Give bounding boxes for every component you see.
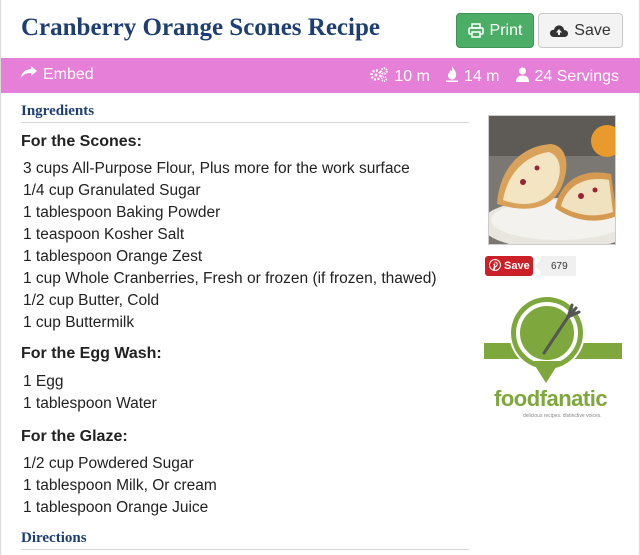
list-item: 1 tablespoon Orange Zest — [23, 248, 203, 265]
scones-ingredient-list: 3 cups All-Purpose Flour, Plus more for … — [23, 158, 437, 334]
pinterest-save-button[interactable]: Save — [485, 256, 533, 276]
pinterest-icon — [489, 258, 501, 274]
pinterest-save-widget: Save 679 — [485, 256, 576, 276]
recipe-photo[interactable] — [488, 115, 616, 245]
directions-heading: Directions — [21, 530, 87, 546]
list-item: 1 teaspoon Kosher Salt — [23, 226, 185, 243]
group-title-glaze: For the Glaze: — [21, 428, 128, 445]
share-icon — [21, 66, 37, 84]
print-button[interactable]: Print — [456, 13, 534, 48]
foodfanatic-wordmark: foodfanatic — [494, 386, 608, 411]
embed-label: Embed — [43, 66, 94, 83]
group-title-scones: For the Scones: — [21, 133, 142, 150]
recipe-card: Cranberry Orange Scones Recipe Print Sav… — [0, 0, 640, 555]
recipe-meta-bar: Embed 10 m 14 m 24 Servings — [1, 58, 640, 93]
list-item: 1 Egg — [23, 373, 64, 390]
pinterest-count: 679 — [535, 256, 576, 276]
list-item: 1 tablespoon Baking Powder — [23, 204, 221, 221]
list-item: 1 tablespoon Water — [23, 395, 157, 412]
ingredients-heading: Ingredients — [21, 103, 95, 119]
gears-icon — [370, 66, 389, 87]
list-item: 1/2 cup Butter, Cold — [23, 292, 160, 309]
user-icon — [515, 67, 529, 87]
cook-time: 14 m — [463, 67, 500, 85]
group-title-egg-wash: For the Egg Wash: — [21, 345, 162, 362]
recipe-header: Cranberry Orange Scones Recipe Print Sav… — [1, 0, 640, 58]
list-item: 1 cup Whole Cranberries, Fresh or frozen… — [23, 270, 437, 287]
list-item: 1 cup Buttermilk — [23, 314, 135, 331]
save-label: Save — [574, 21, 611, 39]
fire-icon — [445, 66, 458, 87]
print-icon — [467, 23, 484, 38]
embed-link[interactable]: Embed — [21, 66, 94, 84]
list-item: 3 cups All-Purpose Flour, Plus more for … — [23, 160, 410, 177]
list-item: 1 tablespoon Orange Juice — [23, 499, 209, 516]
cloud-upload-icon — [550, 24, 569, 38]
save-button[interactable]: Save — [538, 13, 623, 48]
list-item: 1/4 cup Granulated Sugar — [23, 182, 201, 199]
glaze-ingredient-list: 1/2 cup Powdered Sugar 1 tablespoon Milk… — [23, 453, 217, 519]
servings: 24 Servings — [534, 67, 620, 85]
list-item: 1 tablespoon Milk, Or cream — [23, 477, 217, 494]
recipe-stats: 10 m 14 m 24 Servings — [370, 66, 619, 87]
foodfanatic-tagline: delicious recipes. distinctive voices. — [523, 413, 602, 419]
directions-divider — [21, 549, 469, 550]
egg-wash-ingredient-list: 1 Egg 1 tablespoon Water — [23, 371, 157, 415]
pinterest-save-label: Save — [504, 260, 530, 272]
prep-time: 10 m — [394, 67, 430, 85]
recipe-title: Cranberry Orange Scones Recipe — [21, 14, 380, 41]
print-label: Print — [489, 21, 523, 39]
ingredients-divider — [21, 122, 469, 123]
list-item: 1/2 cup Powdered Sugar — [23, 455, 194, 472]
